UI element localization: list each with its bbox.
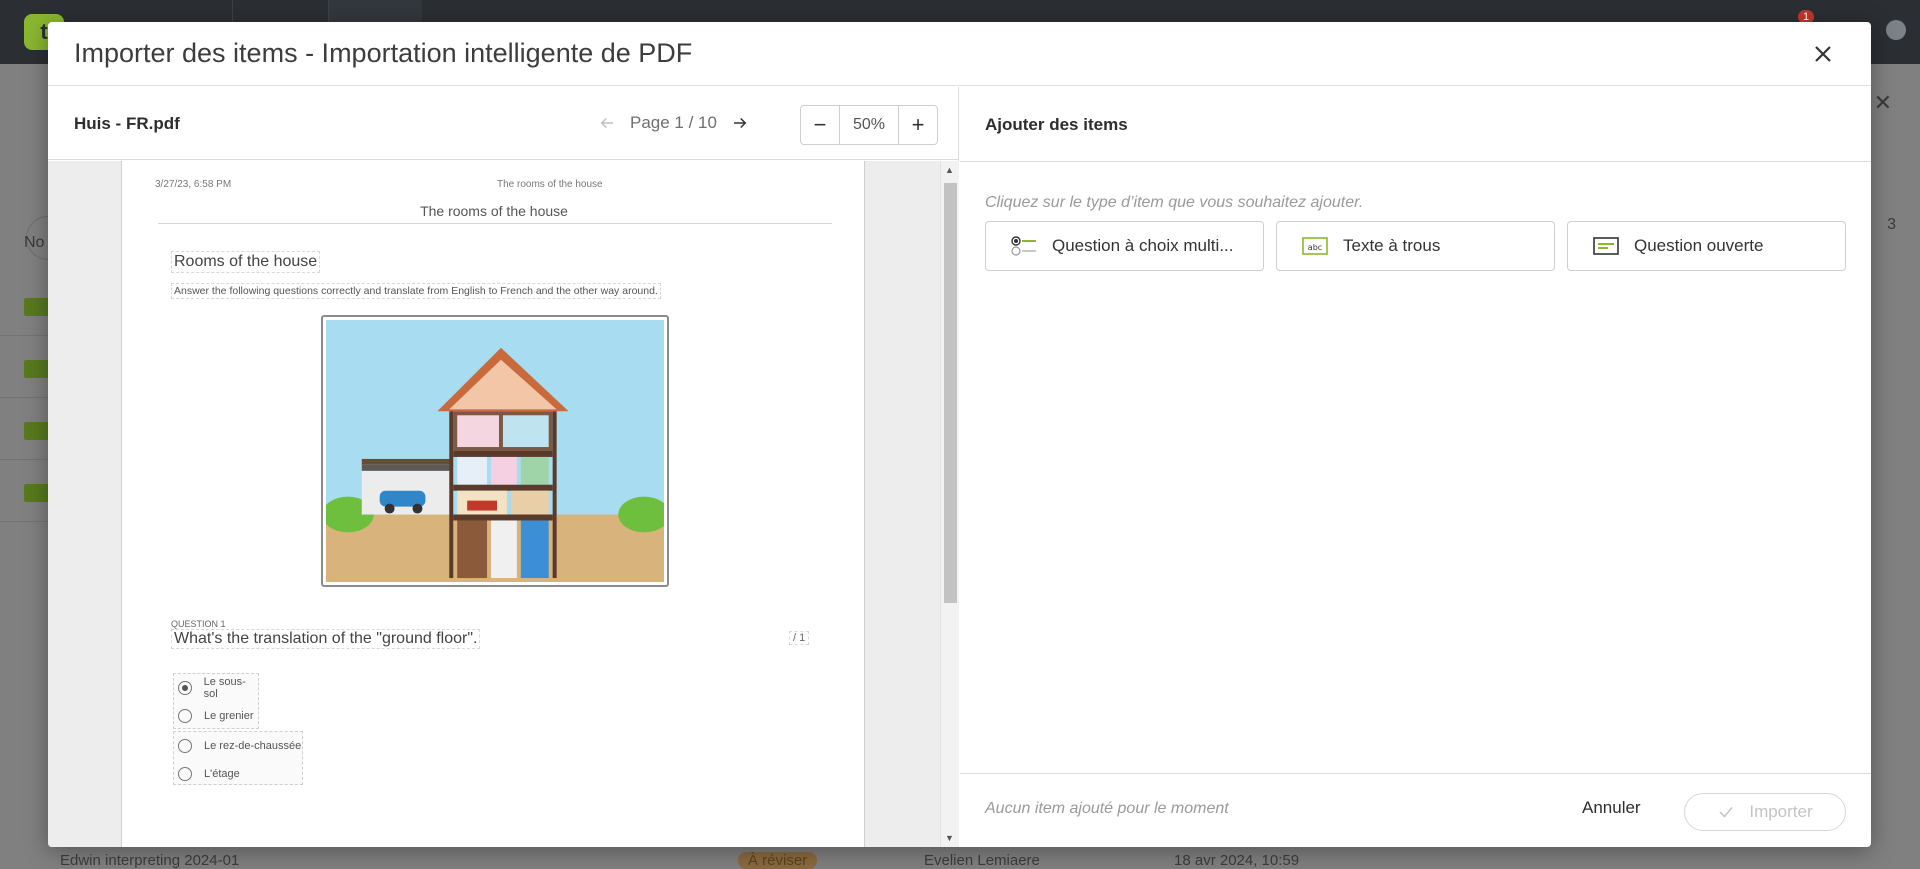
- folder-icon: [24, 360, 50, 378]
- answer-option-label: Le sous-sol: [203, 676, 246, 700]
- answer-option: Le rez-de-chaussée: [178, 736, 301, 756]
- option-group: Le rez-de-chaussée L'étage: [173, 731, 303, 785]
- pdf-divider: [158, 223, 832, 224]
- add-open-question-label: Question ouverte: [1634, 236, 1764, 255]
- radio-selected-icon: [178, 681, 192, 695]
- zoom-control: − 50% +: [800, 105, 938, 145]
- background-column-label: No: [24, 234, 45, 251]
- svg-text:abc: abc: [1308, 243, 1322, 252]
- background-close-icon: ✕: [1873, 90, 1892, 115]
- pdf-section-heading: Rooms of the house: [171, 251, 321, 273]
- cancel-button[interactable]: Annuler: [1582, 798, 1641, 818]
- option-group: Le sous-sol Le grenier: [173, 673, 259, 729]
- folder-icon: [24, 422, 50, 440]
- pdf-viewport[interactable]: 3/27/23, 6:58 PM The rooms of the house …: [48, 161, 959, 847]
- background-status-pill: À réviser: [738, 852, 818, 869]
- scroll-up-arrow-icon[interactable]: ▲: [945, 165, 954, 175]
- add-fill-in-blank-button[interactable]: abc Texte à trous: [1276, 221, 1555, 271]
- radio-icon: [178, 767, 192, 781]
- add-items-header: Ajouter des items: [960, 87, 1871, 162]
- add-multiple-choice-button[interactable]: Question à choix multi...: [985, 221, 1264, 271]
- add-items-hint: Cliquez sur le type d’item que vous souh…: [985, 194, 1364, 211]
- check-icon: [1719, 807, 1733, 818]
- items-added-status: Aucun item ajouté pour le moment: [985, 800, 1229, 817]
- pdf-viewer-pane: Huis - FR.pdf Page 1 / 10 − 50% + 3/27/2…: [48, 87, 959, 847]
- add-multiple-choice-label: Question à choix multi...: [1052, 236, 1234, 255]
- add-items-title: Ajouter des items: [985, 115, 1128, 134]
- import-button[interactable]: Importer: [1684, 793, 1846, 831]
- radio-icon: [178, 709, 192, 723]
- folder-icon: [24, 298, 50, 316]
- question-points: / 1: [789, 631, 810, 645]
- pdf-instructions: Answer the following questions correctly…: [171, 283, 661, 299]
- pdf-print-header: The rooms of the house: [497, 179, 603, 190]
- fill-in-blank-icon: abc: [1302, 237, 1328, 255]
- next-page-arrow-icon[interactable]: [729, 112, 751, 134]
- scroll-down-arrow-icon[interactable]: ▼: [945, 833, 954, 843]
- open-question-icon: [1593, 237, 1619, 255]
- pdf-scrollbar[interactable]: ▲ ▼: [940, 161, 959, 847]
- answer-option-label: Le grenier: [204, 710, 254, 722]
- background-row-name: Edwin interpreting 2024-01: [60, 852, 240, 869]
- background-row-date: 18 avr 2024, 10:59: [1174, 852, 1300, 869]
- background-bottom-row: Edwin interpreting 2024-01 À réviser Eve…: [0, 852, 1920, 869]
- radio-icon: [178, 739, 192, 753]
- scrollbar-thumb[interactable]: [944, 183, 957, 603]
- modal-header: Importer des items - Importation intelli…: [48, 22, 1871, 86]
- answer-option-label: Le rez-de-chaussée: [204, 740, 302, 752]
- background-row-owner: Evelien Lemiaere: [924, 852, 1040, 869]
- page-indicator: Page 1 / 10: [630, 113, 717, 132]
- answer-option: Le sous-sol: [178, 676, 258, 700]
- pdf-pager: Page 1 / 10: [596, 110, 751, 136]
- pdf-print-date: 3/27/23, 6:58 PM: [155, 179, 232, 190]
- answer-option: L'étage: [178, 764, 240, 784]
- question-text: What's the translation of the "ground fl…: [171, 629, 481, 649]
- multiple-choice-icon: [1011, 236, 1036, 256]
- pdf-page-title: The rooms of the house: [420, 203, 568, 219]
- pdf-file-name: Huis - FR.pdf: [74, 114, 180, 133]
- add-items-pane: Ajouter des items Cliquez sur le type d’…: [960, 87, 1871, 847]
- add-open-question-button[interactable]: Question ouverte: [1567, 221, 1846, 271]
- house-illustration: [321, 315, 669, 587]
- close-icon[interactable]: [1811, 42, 1835, 66]
- answer-option: Le grenier: [178, 706, 254, 726]
- pdf-toolbar: Huis - FR.pdf Page 1 / 10 − 50% +: [48, 87, 959, 160]
- background-count: 3: [1887, 216, 1896, 233]
- import-modal: Importer des items - Importation intelli…: [48, 22, 1871, 847]
- folder-icon: [24, 484, 50, 502]
- previous-page-arrow-icon[interactable]: [596, 112, 618, 134]
- modal-title: Importer des items - Importation intelli…: [74, 38, 693, 68]
- import-button-label: Importer: [1749, 802, 1813, 821]
- zoom-level: 50%: [839, 106, 899, 144]
- zoom-out-button[interactable]: −: [801, 106, 839, 144]
- answer-option-label: L'étage: [204, 768, 240, 780]
- question-number: QUESTION 1: [171, 619, 226, 629]
- add-fill-in-blank-label: Texte à trous: [1343, 236, 1441, 255]
- user-avatar-icon: [1886, 20, 1906, 40]
- pdf-page: 3/27/23, 6:58 PM The rooms of the house …: [121, 161, 865, 847]
- modal-footer: Aucun item ajouté pour le moment Annuler…: [960, 773, 1871, 847]
- zoom-in-button[interactable]: +: [899, 106, 937, 144]
